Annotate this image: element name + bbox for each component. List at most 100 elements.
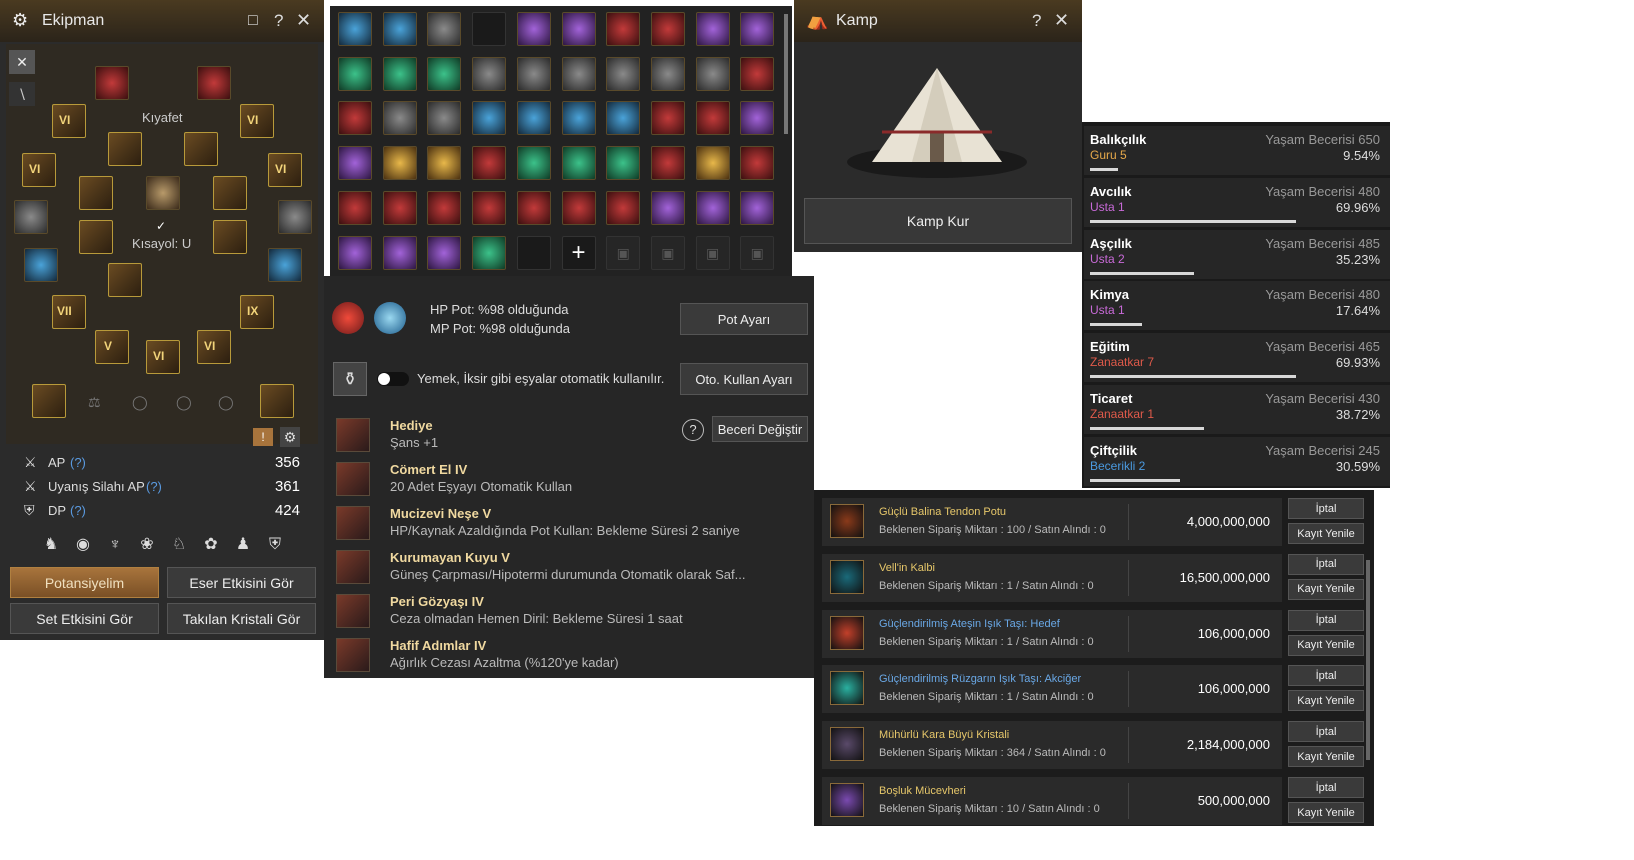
empty-accessory-slot[interactable]: ⚖ xyxy=(88,394,112,412)
inventory-item-slot[interactable] xyxy=(427,190,462,225)
equipment-slot[interactable]: VI xyxy=(52,104,86,138)
auto-use-settings-button[interactable]: Oto. Kullan Ayarı xyxy=(680,363,808,395)
equipment-slot[interactable] xyxy=(260,384,294,418)
close-icon[interactable]: ✕ xyxy=(1054,10,1069,31)
inventory-item-slot[interactable] xyxy=(695,56,730,91)
inventory-item-slot[interactable] xyxy=(606,101,641,136)
inventory-item-slot[interactable] xyxy=(338,190,372,225)
inventory-item-slot[interactable] xyxy=(382,12,417,46)
inventory-item-slot[interactable] xyxy=(740,56,775,91)
cancel-order-button[interactable]: İptal xyxy=(1288,665,1364,687)
orders-scrollbar[interactable] xyxy=(1366,560,1370,760)
equipment-slot[interactable] xyxy=(79,220,113,254)
inventory-item-slot[interactable] xyxy=(382,56,417,91)
inventory-item-slot[interactable] xyxy=(561,101,596,136)
equipment-slot[interactable]: VII xyxy=(52,295,86,329)
inventory-item-slot[interactable] xyxy=(472,56,507,91)
equipment-slot[interactable]: VI xyxy=(240,104,274,138)
inventory-item-slot[interactable] xyxy=(606,56,641,91)
cancel-order-button[interactable]: İptal xyxy=(1288,553,1364,575)
equipment-slot[interactable] xyxy=(95,66,129,100)
cancel-order-button[interactable]: İptal xyxy=(1288,721,1364,743)
inventory-item-slot[interactable] xyxy=(695,101,730,136)
stat-help[interactable]: (?) xyxy=(70,455,86,470)
auto-use-toggle[interactable] xyxy=(377,372,409,386)
empty-accessory-slot[interactable]: ◯ xyxy=(132,394,156,412)
shortcut-checkbox[interactable]: ✓ xyxy=(156,220,168,232)
inventory-item-slot[interactable] xyxy=(695,190,730,225)
set-effect-button[interactable]: Set Etkisini Gör xyxy=(10,603,159,634)
camp-title-bar[interactable]: ⛺ Kamp ? ✕ xyxy=(794,0,1082,42)
inventory-item-slot[interactable] xyxy=(561,190,596,225)
equipment-slot[interactable]: V xyxy=(95,330,129,364)
crossed-swords-tab[interactable]: ✕ xyxy=(9,50,35,74)
inventory-item-slot[interactable] xyxy=(606,12,641,46)
equipment-slot[interactable] xyxy=(108,263,142,297)
help-icon[interactable]: ? xyxy=(274,11,283,31)
life-skill-row[interactable]: Aşçılık Usta 2 Yaşam Becerisi 485 35.23% xyxy=(1084,229,1390,280)
equipment-slot[interactable] xyxy=(108,132,142,166)
pot-settings-button[interactable]: Pot Ayarı xyxy=(680,303,808,335)
horns-icon[interactable]: ♆ xyxy=(104,534,126,556)
inventory-item-slot[interactable] xyxy=(338,235,372,270)
inventory-item-slot[interactable] xyxy=(427,101,462,136)
inventory-item-slot[interactable] xyxy=(740,101,775,136)
inventory-item-slot[interactable] xyxy=(472,101,507,136)
relist-order-button[interactable]: Kayıt Yenile xyxy=(1288,523,1364,544)
relist-order-button[interactable]: Kayıt Yenile xyxy=(1288,578,1364,600)
fairy-icon[interactable]: ✿ xyxy=(200,534,222,556)
inventory-item-slot[interactable] xyxy=(516,146,551,181)
inventory-item-slot[interactable] xyxy=(427,146,462,181)
inventory-item-slot[interactable] xyxy=(606,190,641,225)
cancel-order-button[interactable]: İptal xyxy=(1288,777,1364,798)
inventory-item-slot[interactable] xyxy=(338,146,372,181)
inventory-item-slot[interactable] xyxy=(427,235,462,270)
inventory-item-slot[interactable] xyxy=(472,12,507,46)
add-slot-button[interactable]: + xyxy=(561,235,596,270)
artifact-effect-button[interactable]: Eser Etkisini Gör xyxy=(167,567,316,598)
inventory-item-slot[interactable] xyxy=(695,12,730,46)
inventory-item-slot[interactable] xyxy=(472,235,507,270)
equipment-slot[interactable]: VI xyxy=(197,330,231,364)
inventory-item-slot[interactable] xyxy=(382,235,417,270)
life-skill-row[interactable]: Avcılık Usta 1 Yaşam Becerisi 480 69.96% xyxy=(1084,177,1390,228)
equipment-slot[interactable] xyxy=(184,132,218,166)
inventory-scrollbar[interactable] xyxy=(784,14,788,134)
inventory-item-slot[interactable] xyxy=(606,146,641,181)
equipment-slot[interactable]: VI xyxy=(146,340,180,374)
inventory-item-slot[interactable] xyxy=(516,12,551,46)
inventory-item-slot[interactable] xyxy=(650,146,685,181)
life-skill-row[interactable]: Çiftçilik Becerikli 2 Yaşam Becerisi 245 30… xyxy=(1084,436,1390,487)
equipment-slot[interactable]: VI xyxy=(22,153,56,187)
pitch-camp-button[interactable]: Kamp Kur xyxy=(804,198,1072,244)
equipment-title-bar[interactable]: ⚙ Ekipman □ ? ✕ xyxy=(0,0,324,42)
sickle-tab[interactable]: ∖ xyxy=(9,82,35,106)
inventory-item-slot[interactable] xyxy=(650,56,685,91)
inventory-item-slot[interactable] xyxy=(516,190,551,225)
equipped-crystal-button[interactable]: Takılan Kristali Gör xyxy=(167,603,316,634)
inventory-item-slot[interactable] xyxy=(427,56,462,91)
inventory-item-slot[interactable] xyxy=(516,235,551,270)
shield-tab-icon[interactable]: ⛨ xyxy=(264,534,286,556)
person-icon[interactable]: ♟ xyxy=(232,534,254,556)
relist-order-button[interactable]: Kayıt Yenile xyxy=(1288,802,1364,823)
cancel-order-button[interactable]: İptal xyxy=(1288,609,1364,631)
stat-help[interactable]: (?) xyxy=(70,503,86,518)
equipment-slot[interactable]: VI xyxy=(268,153,302,187)
inventory-item-slot[interactable] xyxy=(382,101,417,136)
equipment-slot[interactable] xyxy=(32,384,66,418)
relist-order-button[interactable]: Kayıt Yenile xyxy=(1288,634,1364,656)
inventory-item-slot[interactable] xyxy=(740,146,775,181)
inventory-item-slot[interactable] xyxy=(740,190,775,225)
inventory-item-slot[interactable] xyxy=(650,12,685,46)
dragon-icon[interactable]: ♘ xyxy=(168,534,190,556)
potential-button[interactable]: Potansiyelim xyxy=(10,567,159,598)
inventory-item-slot[interactable] xyxy=(472,190,507,225)
life-skill-row[interactable]: Balıkçılık Guru 5 Yaşam Becerisi 650 9.54% xyxy=(1084,126,1390,176)
inventory-item-slot[interactable] xyxy=(516,101,551,136)
horse-icon[interactable]: ♞ xyxy=(40,534,62,556)
gear-icon[interactable]: ⚙ xyxy=(280,427,300,447)
life-skill-row[interactable]: Eğitim Zanaatkar 7 Yaşam Becerisi 465 69.93… xyxy=(1084,333,1390,384)
equipment-slot[interactable] xyxy=(14,200,48,234)
empty-accessory-slot[interactable]: ◯ xyxy=(218,394,242,412)
